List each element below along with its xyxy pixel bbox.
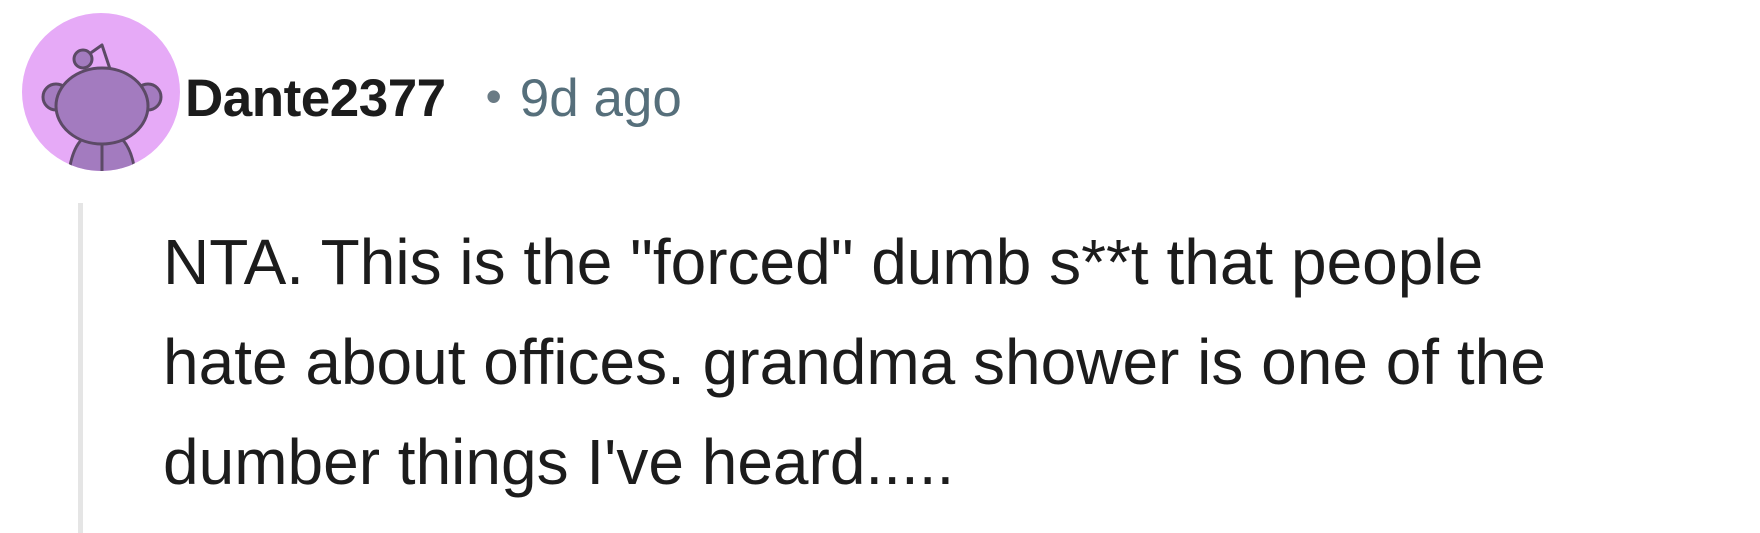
reddit-snoo-avatar-icon	[41, 43, 163, 171]
comment-meta: Dante2377 • 9d ago	[185, 58, 682, 138]
comment-timestamp[interactable]: 9d ago	[520, 68, 682, 129]
comment-body-line: dumber things I've heard.....	[163, 426, 955, 498]
meta-separator: •	[485, 70, 502, 122]
comment-body: NTA. This is the "forced" dumb s**t that…	[163, 212, 1723, 512]
comment: Dante2377 • 9d ago NTA. This is the "for…	[0, 0, 1760, 533]
user-avatar[interactable]	[22, 13, 180, 171]
thread-collapse-line[interactable]	[78, 203, 83, 533]
comment-body-line: hate about offices. grandma shower is on…	[163, 326, 1546, 398]
comment-body-line: NTA. This is the "forced" dumb s**t that…	[163, 226, 1484, 298]
username-link[interactable]: Dante2377	[185, 68, 446, 129]
